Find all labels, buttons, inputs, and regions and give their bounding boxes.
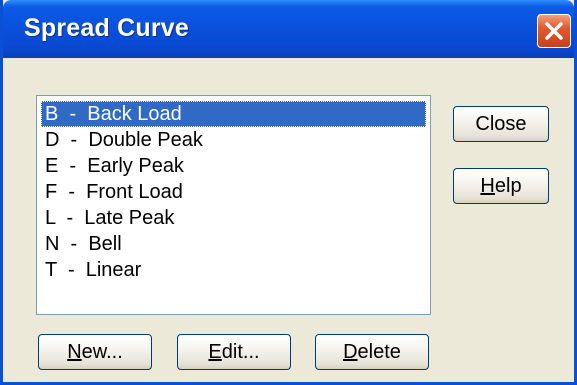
list-item[interactable]: E - Early Peak (41, 153, 426, 179)
edit-button[interactable]: Edit... (177, 334, 291, 370)
help-button[interactable]: Help (453, 168, 549, 204)
help-accelerator: H (480, 174, 495, 197)
list-item[interactable]: L - Late Peak (41, 205, 426, 231)
delete-accelerator: D (343, 340, 358, 363)
window-close-button[interactable] (537, 14, 571, 48)
edit-accelerator: E (208, 340, 222, 363)
list-item[interactable]: D - Double Peak (41, 127, 426, 153)
close-button-label: Close (475, 112, 527, 135)
delete-button[interactable]: Delete (315, 334, 429, 370)
new-button-label: ew... (81, 340, 123, 363)
title-bar[interactable]: Spread Curve (3, 0, 574, 58)
list-item[interactable]: N - Bell (41, 231, 426, 257)
edit-button-label: dit... (221, 340, 260, 363)
dialog-window: Spread Curve B - Back Load D - Double Pe… (0, 0, 577, 385)
window-title: Spread Curve (24, 14, 189, 42)
spread-curve-list[interactable]: B - Back Load D - Double Peak E - Early … (36, 95, 431, 315)
list-item[interactable]: T - Linear (41, 257, 426, 283)
new-button[interactable]: New... (38, 334, 152, 370)
close-icon (545, 22, 563, 40)
help-button-label: elp (494, 174, 522, 197)
list-item[interactable]: F - Front Load (41, 179, 426, 205)
new-accelerator: N (67, 340, 82, 363)
delete-button-label: elete (357, 340, 401, 363)
list-item[interactable]: B - Back Load (41, 101, 426, 127)
close-button[interactable]: Close (453, 106, 549, 142)
